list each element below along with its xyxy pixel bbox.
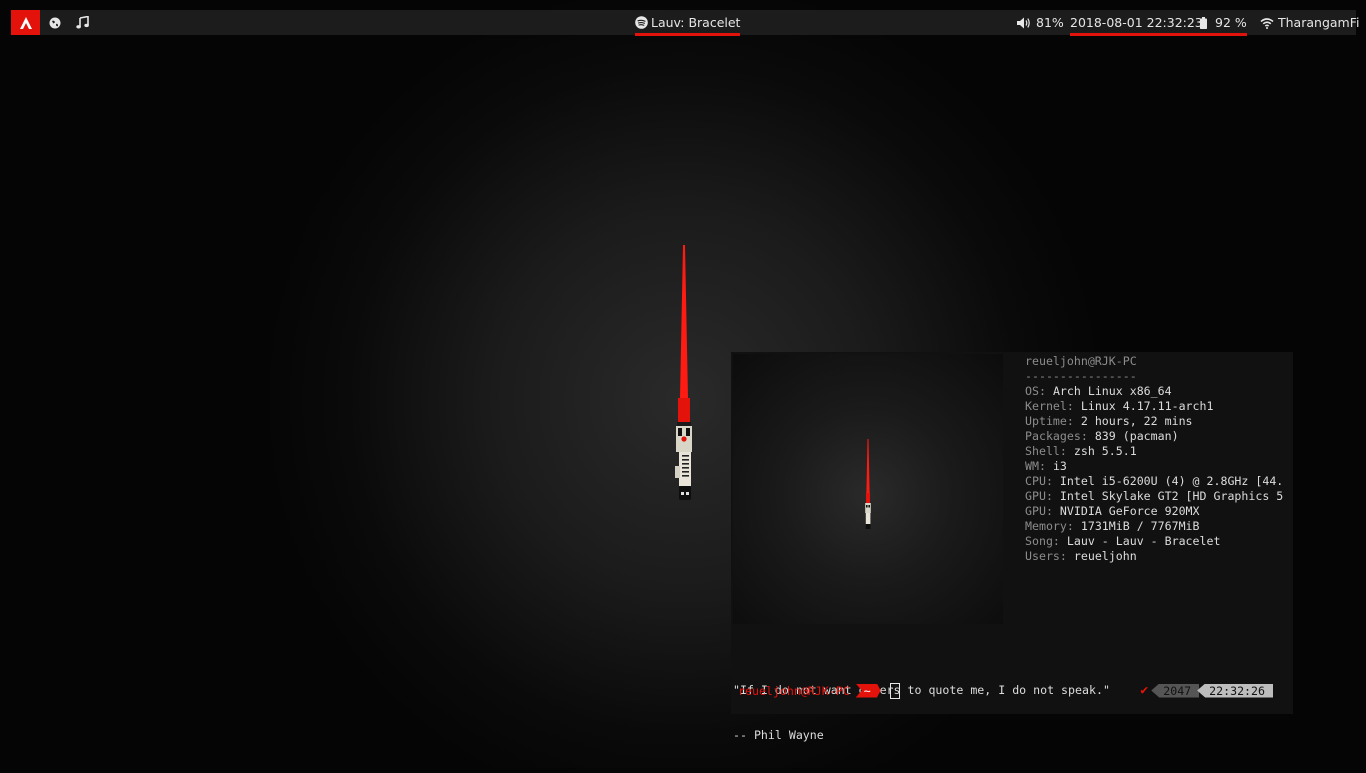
info-row-song: Song: Lauv - Lauv - Bracelet bbox=[1025, 534, 1221, 548]
arch-logo-icon bbox=[19, 16, 32, 29]
now-playing-label: Lauv: Bracelet bbox=[651, 15, 741, 30]
music-button[interactable] bbox=[76, 10, 89, 35]
info-row-shell: Shell: zsh 5.5.1 bbox=[1025, 444, 1137, 458]
info-value: Intel i5-6200U (4) @ 2.8GHz [44. bbox=[1059, 474, 1284, 488]
info-value: NVIDIA GeForce 920MX bbox=[1059, 504, 1200, 518]
battery-icon bbox=[1200, 16, 1207, 29]
info-row-packages: Packages: 839 (pacman) bbox=[1025, 429, 1179, 443]
spotify-icon bbox=[635, 16, 648, 29]
prompt-directory: ~ bbox=[855, 683, 881, 698]
info-key: Uptime bbox=[1025, 414, 1067, 428]
quote-author: -- Phil Wayne bbox=[733, 728, 824, 742]
terminal-window[interactable]: reueljohn@RJK-PC ---------------- OS: Ar… bbox=[731, 352, 1293, 742]
battery-indicator[interactable]: 92 % bbox=[1200, 10, 1247, 36]
battery-label: 92 % bbox=[1215, 15, 1247, 30]
info-value: reueljohn bbox=[1073, 549, 1137, 563]
info-key: WM bbox=[1025, 459, 1039, 473]
music-note-icon bbox=[76, 16, 89, 29]
info-value: 1731MiB / 7767MiB bbox=[1080, 519, 1200, 533]
info-key: Shell bbox=[1025, 444, 1060, 458]
info-key: CPU bbox=[1025, 474, 1046, 488]
info-value: i3 bbox=[1052, 459, 1067, 473]
info-key: Packages bbox=[1025, 429, 1081, 443]
volume-indicator[interactable]: 81% bbox=[1017, 10, 1064, 35]
info-value: Linux 4.17.11-arch1 bbox=[1080, 399, 1214, 413]
info-header: reueljohn@RJK-PC bbox=[1025, 354, 1137, 368]
datetime-label: 2018-08-01 22:32:23 bbox=[1070, 15, 1203, 30]
info-row-kernel: Kernel: Linux 4.17.11-arch1 bbox=[1025, 399, 1214, 413]
workspace-button[interactable] bbox=[49, 10, 61, 35]
info-row-uptime: Uptime: 2 hours, 22 mins bbox=[1025, 414, 1193, 428]
fortune-quote: "If I do not want others to quote me, I … bbox=[733, 653, 1110, 773]
info-key: Memory bbox=[1025, 519, 1067, 533]
info-key: Song bbox=[1025, 534, 1053, 548]
text-cursor[interactable] bbox=[889, 682, 900, 699]
prompt-clock: 22:32:26 bbox=[1197, 683, 1273, 698]
launcher-button[interactable] bbox=[11, 10, 40, 35]
info-row-users: Users: reueljohn bbox=[1025, 549, 1137, 563]
info-row-cpu: CPU: Intel i5-6200U (4) @ 2.8GHz [44. bbox=[1025, 474, 1284, 488]
speaker-icon bbox=[1017, 17, 1030, 29]
info-value: 839 (pacman) bbox=[1094, 429, 1179, 443]
history-number: 2047 bbox=[1151, 683, 1200, 698]
info-key: GPU bbox=[1025, 504, 1046, 518]
info-key: Users bbox=[1025, 549, 1060, 563]
shell-prompt[interactable]: reueljohn@RJK-PC ~ bbox=[738, 682, 900, 699]
network-label: TharangamFi bbox=[1278, 15, 1360, 30]
info-separator: ---------------- bbox=[1025, 369, 1137, 383]
info-row-memory: Memory: 1731MiB / 7767MiB bbox=[1025, 519, 1200, 533]
network-indicator[interactable]: TharangamFi bbox=[1260, 10, 1359, 35]
now-playing[interactable]: Lauv: Bracelet bbox=[635, 10, 741, 36]
info-row-os: OS: Arch Linux x86_64 bbox=[1025, 384, 1172, 398]
clock[interactable]: 2018-08-01 22:32:23 bbox=[1070, 10, 1203, 36]
right-prompt: ✔ 2047 22:32:26 bbox=[1140, 683, 1273, 698]
info-key: OS bbox=[1025, 384, 1039, 398]
info-value: Intel Skylake GT2 [HD Graphics 5 bbox=[1059, 489, 1284, 503]
volume-label: 81% bbox=[1036, 15, 1064, 30]
info-value: Arch Linux x86_64 bbox=[1052, 384, 1172, 398]
top-bar: Lauv: Bracelet 81% 2018-08-01 22:32:23 9… bbox=[11, 10, 1359, 36]
info-key: Kernel bbox=[1025, 399, 1067, 413]
info-value: zsh 5.5.1 bbox=[1073, 444, 1137, 458]
lightsaber-wallpaper bbox=[675, 245, 692, 500]
info-row-gpu: GPU: NVIDIA GeForce 920MX bbox=[1025, 504, 1200, 518]
status-check-icon: ✔ bbox=[1140, 683, 1149, 698]
prompt-user: reueljohn@RJK-PC bbox=[738, 683, 850, 698]
info-row-wm: WM: i3 bbox=[1025, 459, 1067, 473]
lightsaber-thumbnail bbox=[865, 439, 871, 529]
globe-icon bbox=[49, 17, 61, 28]
info-key: GPU bbox=[1025, 489, 1046, 503]
info-value: 2 hours, 22 mins bbox=[1080, 414, 1193, 428]
wifi-icon bbox=[1260, 17, 1274, 29]
system-info: reueljohn@RJK-PC ---------------- OS: Ar… bbox=[1025, 354, 1283, 564]
neofetch-image bbox=[733, 354, 1003, 624]
info-value: Lauv - Lauv - Bracelet bbox=[1066, 534, 1221, 548]
info-row-gpu: GPU: Intel Skylake GT2 [HD Graphics 5 bbox=[1025, 489, 1284, 503]
